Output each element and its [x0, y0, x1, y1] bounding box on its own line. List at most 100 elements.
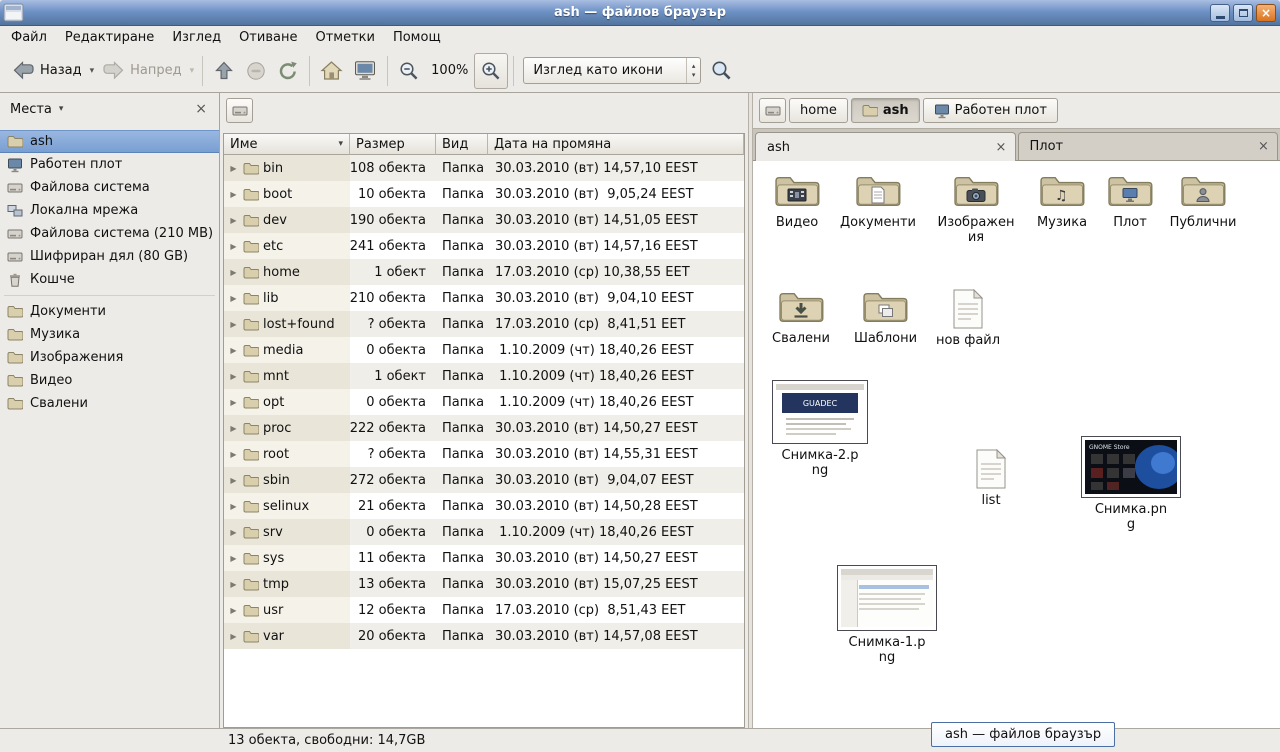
expander-icon[interactable]: ▶	[228, 190, 239, 199]
expander-icon[interactable]: ▶	[228, 216, 239, 225]
minimize-button[interactable]	[1210, 4, 1230, 22]
menu-go[interactable]: Отиване	[230, 27, 306, 48]
table-row[interactable]: ▶selinux21 обектаПапка30.03.2010 (вт) 14…	[224, 493, 744, 519]
table-row[interactable]: ▶srv0 обектаПапка 1.10.2009 (чт) 18,40,2…	[224, 519, 744, 545]
maximize-button[interactable]	[1233, 4, 1253, 22]
back-button[interactable]: Назад	[7, 54, 87, 87]
expander-icon[interactable]: ▶	[228, 424, 239, 433]
menu-bookmarks[interactable]: Отметки	[306, 27, 383, 48]
table-row[interactable]: ▶sbin272 обектаПапка30.03.2010 (вт) 9,04…	[224, 467, 744, 493]
sidebar-item[interactable]: Работен плот	[0, 153, 219, 176]
places-combo[interactable]: Места ▾	[10, 102, 63, 117]
icon-view[interactable]: ВидеоДокументиИзображения♫МузикаПлотПубл…	[753, 161, 1280, 728]
up-button[interactable]	[208, 54, 240, 87]
sidebar-item[interactable]: Файлова система	[0, 176, 219, 199]
table-row[interactable]: ▶bin108 обектаПапка30.03.2010 (вт) 14,57…	[224, 155, 744, 181]
file-list-view[interactable]: Име▾РазмерВидДата на промяна ▶bin108 обе…	[223, 133, 745, 728]
expander-icon[interactable]: ▶	[228, 580, 239, 589]
breadcrumb-3[interactable]: Работен плот	[923, 98, 1058, 123]
file-icon-item[interactable]: GNOME StoreСнимка.png	[1076, 436, 1186, 532]
computer-button[interactable]	[348, 54, 382, 87]
file-icon-item[interactable]: Плот	[1091, 173, 1169, 231]
titlebar[interactable]: ash — файлов браузър ×	[0, 0, 1280, 26]
column-header-2[interactable]: Вид	[436, 134, 488, 155]
sidebar-item[interactable]: Свалени	[0, 392, 219, 415]
table-row[interactable]: ▶proc222 обектаПапка30.03.2010 (вт) 14,5…	[224, 415, 744, 441]
sidebar-item[interactable]: Изображения	[0, 346, 219, 369]
table-row[interactable]: ▶etc241 обектаПапка30.03.2010 (вт) 14,57…	[224, 233, 744, 259]
expander-icon[interactable]: ▶	[228, 242, 239, 251]
tab-1[interactable]: Плот×	[1018, 132, 1279, 160]
tab-close-button[interactable]: ×	[1255, 138, 1272, 155]
expander-icon[interactable]: ▶	[228, 346, 239, 355]
breadcrumb-0[interactable]	[759, 98, 786, 123]
expander-icon[interactable]: ▶	[228, 372, 239, 381]
view-mode-select[interactable]: Изглед като икони ▴▾	[523, 57, 701, 84]
expander-icon[interactable]: ▶	[228, 164, 239, 173]
breadcrumb-1[interactable]: home	[789, 98, 848, 123]
file-icon-item[interactable]: GUADECСнимка-2.png	[767, 380, 873, 478]
file-icon-item[interactable]: нов файл	[924, 289, 1012, 349]
forward-history-dropdown[interactable]: ▾	[187, 58, 198, 84]
file-icon-item[interactable]: Свалени	[759, 289, 843, 347]
table-row[interactable]: ▶tmp13 обектаПапка30.03.2010 (вт) 15,07,…	[224, 571, 744, 597]
expander-icon[interactable]: ▶	[228, 632, 239, 641]
sidebar-item[interactable]: Локална мрежа	[0, 199, 219, 222]
sidebar-item[interactable]: Документи	[0, 300, 219, 323]
menu-view[interactable]: Изглед	[163, 27, 230, 48]
sidebar-item[interactable]: Кошче	[0, 268, 219, 291]
table-row[interactable]: ▶home1 обектПапка17.03.2010 (ср) 10,38,5…	[224, 259, 744, 285]
table-row[interactable]: ▶dev190 обектаПапка30.03.2010 (вт) 14,51…	[224, 207, 744, 233]
home-button[interactable]	[315, 54, 348, 87]
reload-button[interactable]	[272, 54, 304, 88]
sidebar-item[interactable]: Файлова система (210 MB)	[0, 222, 219, 245]
menu-file[interactable]: Файл	[2, 27, 56, 48]
expander-icon[interactable]: ▶	[228, 554, 239, 563]
sidebar-item[interactable]: ash	[0, 130, 219, 153]
table-row[interactable]: ▶boot10 обектаПапка30.03.2010 (вт) 9,05,…	[224, 181, 744, 207]
expander-icon[interactable]: ▶	[228, 450, 239, 459]
back-history-dropdown[interactable]: ▾	[87, 58, 98, 84]
table-row[interactable]: ▶media0 обектаПапка 1.10.2009 (чт) 18,40…	[224, 337, 744, 363]
table-row[interactable]: ▶sys11 обектаПапка30.03.2010 (вт) 14,50,…	[224, 545, 744, 571]
table-row[interactable]: ▶root? обектаПапка30.03.2010 (вт) 14,55,…	[224, 441, 744, 467]
expander-icon[interactable]: ▶	[228, 606, 239, 615]
zoom-in-button[interactable]	[474, 53, 508, 89]
expander-icon[interactable]: ▶	[228, 502, 239, 511]
menu-help[interactable]: Помощ	[384, 27, 450, 48]
tab-close-button[interactable]: ×	[993, 139, 1010, 156]
breadcrumb-0[interactable]	[226, 98, 253, 123]
table-row[interactable]: ▶usr12 обектаПапка17.03.2010 (ср) 8,51,4…	[224, 597, 744, 623]
menu-edit[interactable]: Редактиране	[56, 27, 163, 48]
expander-icon[interactable]: ▶	[228, 476, 239, 485]
search-button[interactable]	[705, 53, 738, 88]
close-button[interactable]: ×	[1256, 4, 1276, 22]
table-row[interactable]: ▶opt0 обектаПапка 1.10.2009 (чт) 18,40,2…	[224, 389, 744, 415]
sidebar-item[interactable]: Видео	[0, 369, 219, 392]
file-icon-item[interactable]: list	[951, 449, 1031, 509]
expander-icon[interactable]: ▶	[228, 268, 239, 277]
sidebar-item[interactable]: Музика	[0, 323, 219, 346]
table-row[interactable]: ▶lib210 обектаПапка30.03.2010 (вт) 9,04,…	[224, 285, 744, 311]
column-header-0[interactable]: Име▾	[224, 134, 350, 155]
expander-icon[interactable]: ▶	[228, 320, 239, 329]
expander-icon[interactable]: ▶	[228, 528, 239, 537]
sidebar-item[interactable]: Шифриран дял (80 GB)	[0, 245, 219, 268]
table-row[interactable]: ▶lost+found? обектаПапка17.03.2010 (ср) …	[224, 311, 744, 337]
breadcrumb-2[interactable]: ash	[851, 98, 920, 123]
file-icon-item[interactable]: Изображения	[930, 173, 1022, 245]
tab-0[interactable]: ash×	[755, 132, 1016, 161]
forward-button[interactable]: Напред	[97, 54, 186, 87]
expander-icon[interactable]: ▶	[228, 398, 239, 407]
zoom-out-button[interactable]	[393, 54, 425, 88]
sidebar-close-button[interactable]: ×	[189, 100, 213, 118]
file-icon-item[interactable]: Снимка-1.png	[832, 565, 942, 665]
file-icon-item[interactable]: Шаблони	[843, 289, 928, 347]
expander-icon[interactable]: ▶	[228, 294, 239, 303]
column-header-3[interactable]: Дата на промяна	[488, 134, 744, 155]
column-header-1[interactable]: Размер	[350, 134, 436, 155]
table-row[interactable]: ▶var20 обектаПапка30.03.2010 (вт) 14,57,…	[224, 623, 744, 649]
stop-button[interactable]	[240, 54, 272, 88]
file-icon-item[interactable]: Документи	[834, 173, 922, 231]
table-row[interactable]: ▶mnt1 обектПапка 1.10.2009 (чт) 18,40,26…	[224, 363, 744, 389]
